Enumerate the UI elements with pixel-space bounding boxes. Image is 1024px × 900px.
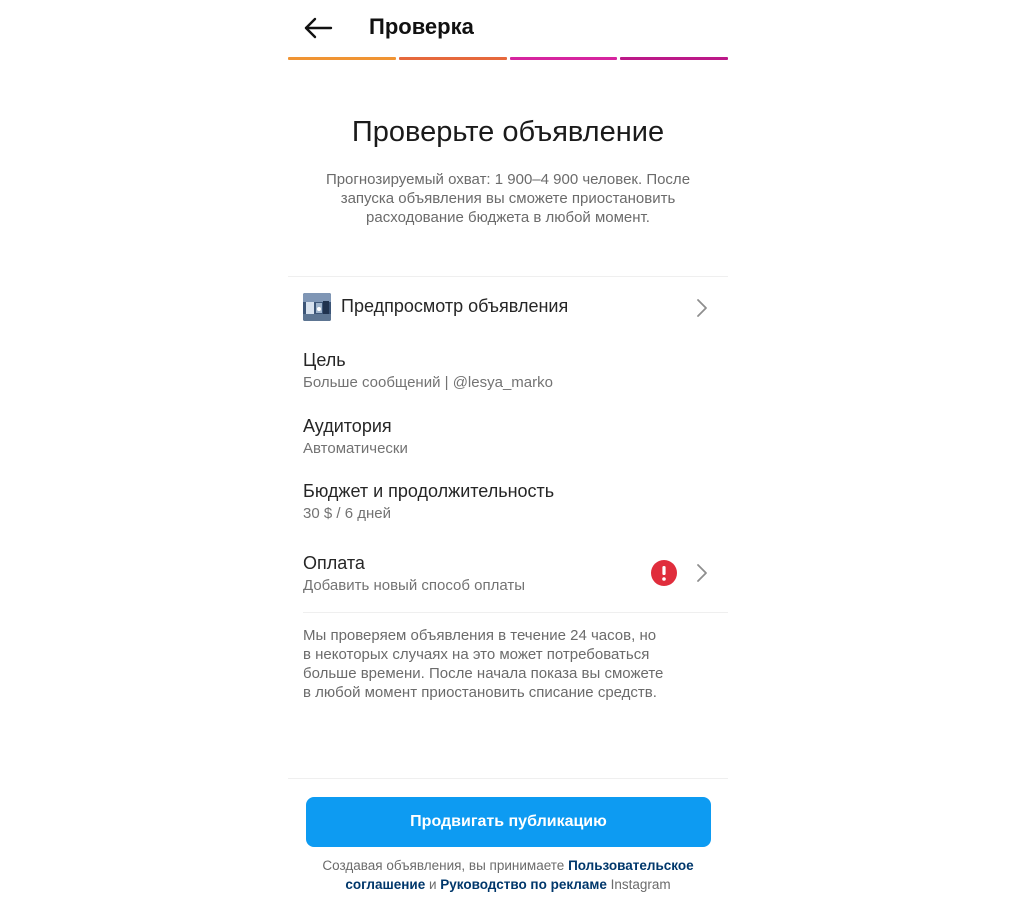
progress-step-4	[620, 57, 728, 60]
review-info-note: Мы проверяем объявления в течение 24 час…	[303, 626, 713, 702]
exclamation-alert-icon	[651, 560, 677, 586]
page-title: Проверьте объявление	[351, 116, 665, 148]
top-bar: Проверка	[288, 0, 728, 56]
terms-middle: и	[425, 877, 441, 892]
chevron-right-icon	[697, 564, 707, 582]
page-header-title: Проверка	[369, 14, 474, 39]
reach-estimate-text: Прогнозируемый охват: 1 900–4 900 челове…	[302, 170, 714, 227]
back-button[interactable]	[302, 12, 334, 44]
divider	[303, 612, 728, 613]
payment-row[interactable]: Оплата Добавить новый способ оплаты	[303, 551, 713, 599]
terms-text: Создавая объявления, вы принимаете Польз…	[298, 856, 718, 894]
step-progress-bar	[288, 57, 728, 60]
ad-thumbnail-image	[303, 293, 331, 321]
budget-title: Бюджет и продолжительность	[303, 481, 555, 501]
subtitle-line: расходование бюджета в любой момент.	[366, 209, 650, 226]
goal-value: Больше сообщений | @lesya_marko	[303, 374, 553, 391]
ad-guidelines-link[interactable]: Руководство по рекламе	[440, 877, 607, 892]
note-line: в некоторых случаях на это может потребо…	[303, 646, 650, 663]
note-line: Мы проверяем объявления в течение 24 час…	[303, 627, 657, 644]
goal-title: Цель	[303, 350, 346, 370]
budget-value: 30 $ / 6 дней	[303, 505, 391, 522]
note-line: больше времени. После начала показа вы с…	[303, 665, 664, 682]
divider	[288, 778, 728, 779]
promote-post-button[interactable]: Продвигать публикацию	[306, 797, 711, 847]
audience-value: Автоматически	[303, 440, 408, 457]
review-screen: Проверка Проверьте объявление Прогнозиру…	[288, 0, 728, 900]
goal-row[interactable]: Цель Больше сообщений | @lesya_marko	[303, 348, 713, 394]
arrow-left-icon	[304, 17, 333, 39]
audience-row[interactable]: Аудитория Автоматически	[303, 414, 713, 460]
chevron-right-icon	[697, 299, 707, 317]
progress-step-3	[509, 57, 618, 60]
progress-step-1	[288, 57, 396, 60]
audience-title: Аудитория	[303, 416, 392, 436]
divider	[288, 276, 728, 277]
ad-preview-row[interactable]: Предпросмотр объявления	[303, 293, 713, 323]
terms-prefix: Создавая объявления, вы принимаете	[322, 858, 569, 873]
terms-suffix: Instagram	[606, 877, 671, 892]
subtitle-line: запуска объявления вы сможете приостанов…	[340, 190, 676, 207]
note-line: в любой момент приостановить списание ср…	[303, 684, 657, 701]
subtitle-line: Прогнозируемый охват: 1 900–4 900 челове…	[325, 171, 691, 188]
progress-step-2	[398, 57, 507, 60]
budget-duration-row[interactable]: Бюджет и продолжительность 30 $ / 6 дней	[303, 479, 713, 525]
ad-preview-label: Предпросмотр объявления	[341, 296, 569, 316]
